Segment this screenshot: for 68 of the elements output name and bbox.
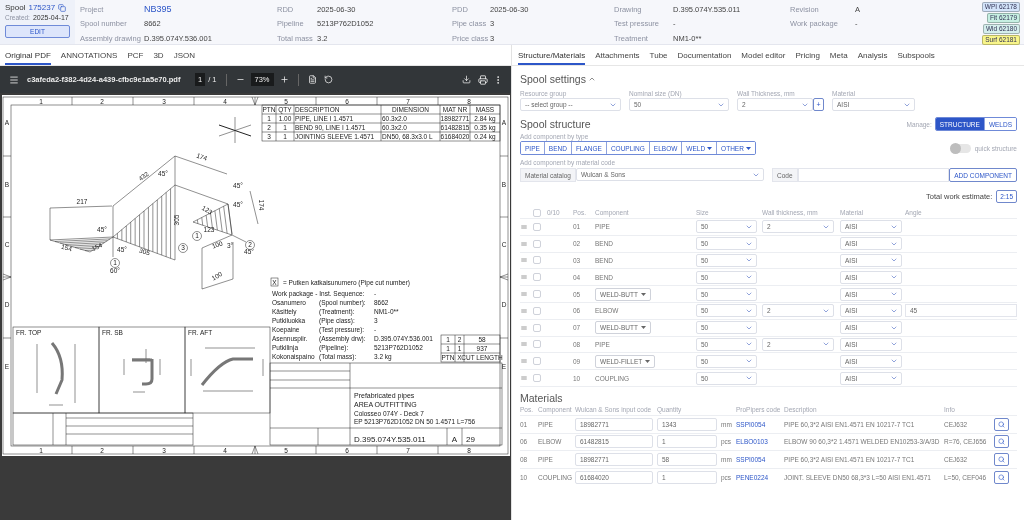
caret-icon: [745, 146, 751, 150]
tab[interactable]: Analysis: [857, 45, 888, 65]
revision-letter: A: [451, 435, 458, 444]
tab[interactable]: Meta: [829, 45, 848, 65]
zoom-in-icon[interactable]: [279, 75, 289, 84]
search-button[interactable]: [994, 452, 1009, 466]
search-icon: [998, 473, 1005, 481]
checkbox[interactable]: [533, 306, 541, 315]
tab[interactable]: Pricing: [795, 45, 820, 65]
checkbox[interactable]: [533, 323, 541, 332]
drag-handle-icon[interactable]: [520, 357, 528, 366]
checkbox[interactable]: [533, 239, 541, 248]
tab[interactable]: PCF: [127, 45, 144, 65]
checkbox[interactable]: [533, 256, 541, 265]
drag-handle-icon[interactable]: [520, 273, 528, 282]
drawing-number: D.395.074Y.535.011: [354, 435, 426, 444]
drag-handle-icon[interactable]: [520, 256, 528, 265]
collapse-icon[interactable]: [587, 75, 596, 83]
caret-icon: [707, 146, 713, 150]
copy-icon[interactable]: [58, 3, 67, 12]
checkbox[interactable]: [533, 340, 541, 349]
checkbox[interactable]: [533, 273, 541, 282]
section-title: Materials: [520, 391, 564, 404]
rotate-icon[interactable]: [323, 75, 333, 84]
tab[interactable]: Subspools: [897, 45, 935, 65]
drag-handle-icon[interactable]: [520, 239, 528, 248]
tab[interactable]: Structure/Materials: [518, 45, 586, 65]
print-icon[interactable]: [478, 74, 488, 85]
search-button[interactable]: [994, 417, 1009, 431]
drag-handle-icon[interactable]: [520, 340, 528, 349]
compass-drawing: [218, 116, 252, 144]
section-title: Spool structure: [520, 118, 591, 130]
drag-handle-icon[interactable]: [520, 323, 528, 332]
search-icon: [998, 420, 1005, 428]
tab[interactable]: Attachments: [595, 45, 640, 65]
tab[interactable]: Documentation: [677, 45, 732, 65]
menu-icon[interactable]: [9, 74, 19, 85]
tab[interactable]: 3D: [153, 45, 164, 65]
fit-page-icon[interactable]: [307, 75, 317, 84]
search-icon: [998, 455, 1005, 463]
drag-handle-icon[interactable]: [520, 290, 528, 299]
drag-handle-icon[interactable]: [520, 306, 528, 315]
tab[interactable]: Model editor: [741, 45, 786, 65]
checkbox[interactable]: [533, 222, 541, 231]
tab[interactable]: Tube: [649, 45, 668, 65]
checkbox[interactable]: [533, 290, 541, 299]
tab[interactable]: JSON: [173, 45, 195, 65]
spool-id-link[interactable]: 175237: [28, 3, 56, 12]
field-link[interactable]: NB395: [144, 4, 172, 15]
section-title: Spool settings: [520, 73, 586, 85]
caret-icon: [645, 359, 651, 363]
drag-handle-icon[interactable]: [520, 222, 528, 231]
checkbox[interactable]: [533, 357, 541, 366]
cut-length-table: [440, 334, 501, 363]
drag-handle-icon[interactable]: [520, 374, 528, 383]
caret-icon: [640, 292, 646, 296]
checkbox[interactable]: [533, 374, 541, 383]
toggle-switch[interactable]: [950, 143, 971, 153]
code-input[interactable]: [797, 168, 950, 182]
spool-label: Spool: [5, 3, 26, 12]
sheet-number: 29: [466, 435, 475, 444]
tab[interactable]: ANNOTATIONS: [60, 45, 118, 65]
search-icon: [998, 438, 1005, 446]
search-button[interactable]: [994, 470, 1009, 484]
download-icon[interactable]: [462, 75, 471, 84]
search-button[interactable]: [994, 435, 1009, 449]
caret-icon: [640, 326, 646, 330]
checkbox[interactable]: [533, 208, 541, 217]
